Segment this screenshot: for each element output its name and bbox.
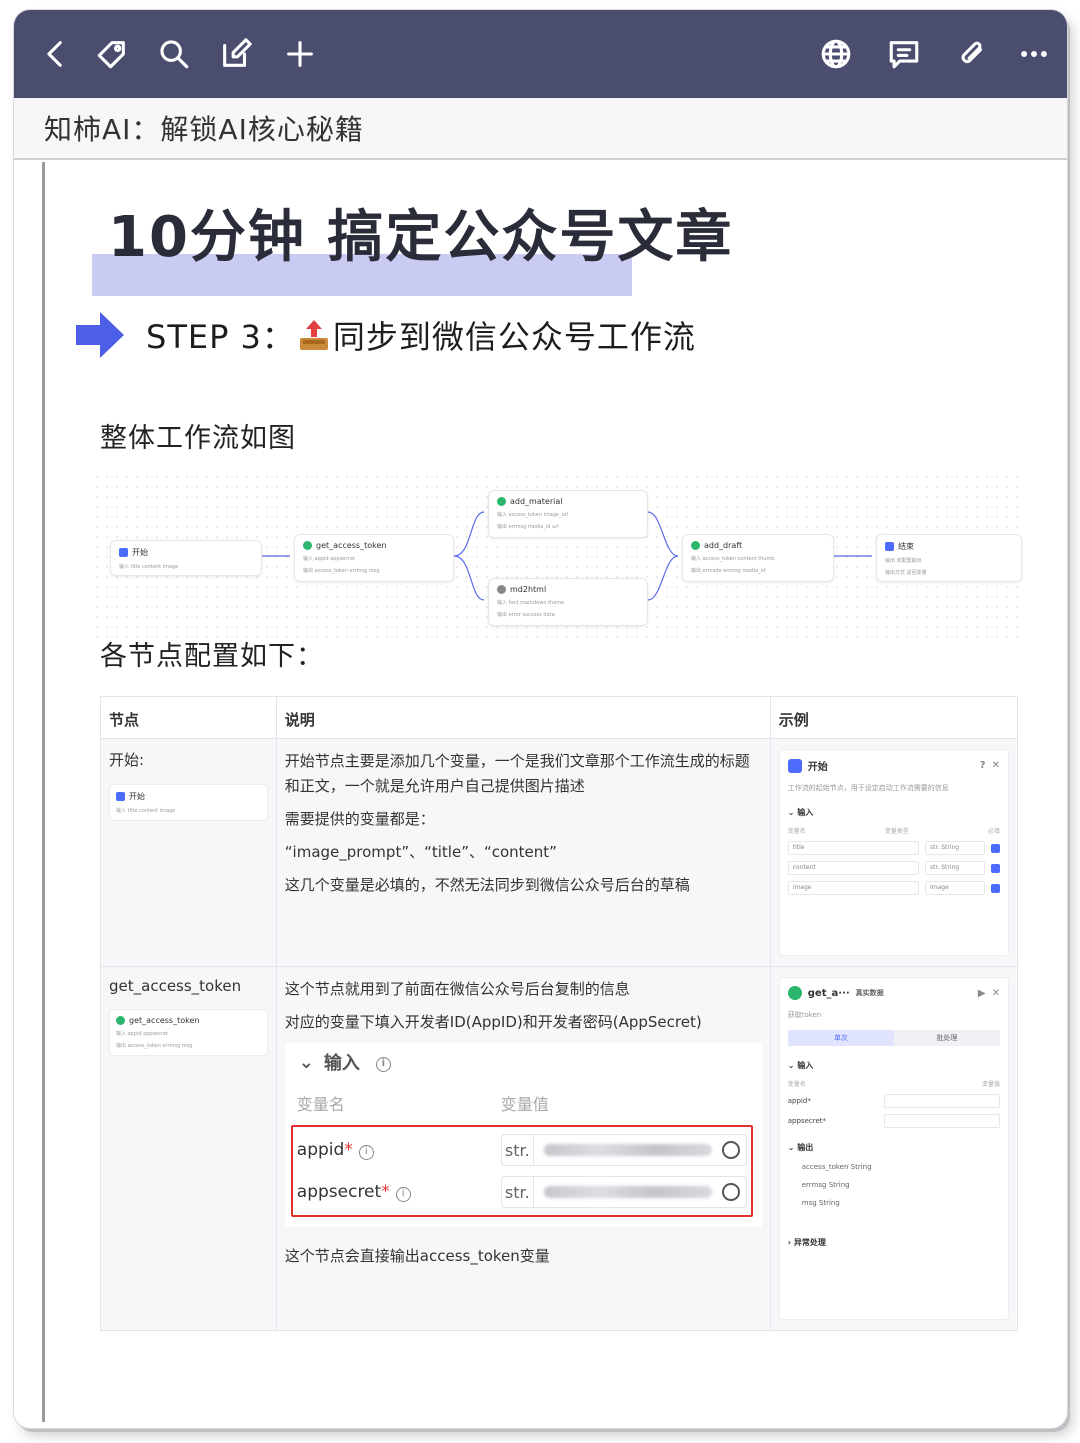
- more-icon[interactable]: [1014, 34, 1054, 74]
- desc-line: 对应的变量下填入开发者ID(AppID)和开发者密码(AppSecret): [284, 1013, 702, 1031]
- step-prefix: STEP 3：: [146, 318, 295, 356]
- desc-line: 需要提供的变量都是：: [284, 810, 435, 828]
- desc-line: 这个节点就用到了前面在微信公众号后台复制的信息: [284, 980, 630, 998]
- desc-line: 开始节点主要是添加几个变量，一个是我们文章那个工作流生成的标题和正文，一个就是允…: [284, 752, 750, 795]
- flow-node-add-draft[interactable]: add_draft 输入 access_token content thumb …: [682, 534, 834, 582]
- back-icon[interactable]: [36, 34, 76, 74]
- variable-picker-icon[interactable]: [721, 1183, 740, 1201]
- note-title: 知柿AI：解锁AI核心秘籍: [44, 113, 364, 146]
- header-example: 示例: [769, 696, 1019, 739]
- flow-node-md2html[interactable]: md2html 输入 font markdown theme 输出 error …: [488, 578, 648, 626]
- step-text: STEP 3： 同步到微信公众号工作流: [146, 312, 696, 358]
- run-icon[interactable]: ▶: [978, 988, 986, 999]
- search-icon[interactable]: [154, 34, 194, 74]
- variable-picker-icon[interactable]: [721, 1141, 740, 1159]
- get-token-node-panel: get_a··· 真实数据 ▶ ✕ 获取token 单次 批处理 ⌄ 输入 变量名 变量值…: [778, 977, 1009, 1320]
- edit-icon[interactable]: [216, 34, 256, 74]
- nodes-heading: 各节点配置如下：: [100, 641, 324, 672]
- globe-icon[interactable]: [816, 34, 856, 74]
- step-heading: STEP 3： 同步到微信公众号工作流: [76, 312, 696, 358]
- appid-field[interactable]: str.: [500, 1134, 747, 1166]
- flow-node-start[interactable]: 开始 输入 title content image: [110, 540, 262, 576]
- doc-title: 10分钟 搞定公众号文章: [108, 205, 734, 270]
- mini-node-get-access-token: get_access_token 输入 appid appsecret 输出 a…: [109, 1009, 268, 1056]
- credentials-highlight-box: appid* i str. appsecret* i str.: [290, 1125, 753, 1217]
- attachment-icon[interactable]: [952, 34, 992, 74]
- node-config-table: 节点 说明 示例 开始: 开始 输入 title content image 开…: [100, 696, 1019, 1331]
- tag-icon[interactable]: [92, 34, 132, 74]
- close-icon[interactable]: ✕: [992, 760, 1000, 771]
- node-name-get-access-token: get_access_token: [109, 977, 242, 995]
- table-row: get_access_token get_access_token 输入 app…: [100, 966, 1019, 1331]
- flow-node-get-access-token[interactable]: get_access_token 输入 appid appsecret 输出 a…: [294, 534, 454, 582]
- flow-node-end[interactable]: 结束 输出 未配置输出 输出方式 返回变量: [876, 534, 1022, 582]
- outbox-icon: [299, 320, 328, 350]
- header-desc: 说明: [275, 696, 771, 739]
- desc-after: 这个节点会直接输出access_token变量: [284, 1247, 550, 1265]
- info-icon: i: [375, 1057, 391, 1072]
- app-window: 知柿AI：解锁AI核心秘籍 10分钟 搞定公众号文章 STEP 3： 同步到微信公…: [14, 10, 1067, 1428]
- chevron-down-icon: ⌄: [298, 1051, 314, 1073]
- info-icon: i: [358, 1145, 374, 1160]
- desc-line: 这几个变量是必填的，不然无法同步到微信公众号后台的草稿: [284, 876, 690, 894]
- workflow-diagram: 开始 输入 title content image get_access_tok…: [92, 472, 1022, 642]
- appsecret-field[interactable]: str.: [500, 1176, 747, 1208]
- help-icon[interactable]: ?: [980, 760, 986, 771]
- desc-line: “image_prompt”、“title”、“content”: [284, 843, 557, 861]
- start-node-panel: 开始? ✕ 工作流的起始节点，用于设定启动工作流需要的信息 ⌄ 输入 变量名 变量类…: [778, 749, 1009, 956]
- info-icon: i: [395, 1187, 411, 1202]
- doc-title-wrap: 10分钟 搞定公众号文章: [92, 192, 734, 296]
- margin-line: [42, 162, 45, 1422]
- flow-node-add-material[interactable]: add_material 输入 access_token image_url 输…: [488, 490, 648, 538]
- top-toolbar: [14, 10, 1067, 98]
- input-zoom-screenshot: ⌄ 输入 i 变量名 变量值 appid* i str. appsecret* i str…: [284, 1043, 762, 1227]
- node-name-start: 开始:: [109, 751, 145, 769]
- tab-single[interactable]: 单次: [787, 1030, 894, 1046]
- plus-icon[interactable]: [280, 34, 320, 74]
- step-title: 同步到微信公众号工作流: [332, 318, 696, 356]
- table-row: 开始: 开始 输入 title content image 开始节点主要是添加几…: [100, 738, 1019, 967]
- tab-batch[interactable]: 批处理: [893, 1030, 1000, 1046]
- flow-heading: 整体工作流如图: [100, 423, 296, 454]
- mini-node-start: 开始 输入 title content image: [109, 784, 268, 821]
- header-node: 节点: [100, 696, 277, 739]
- note-title-bar[interactable]: 知柿AI：解锁AI核心秘籍: [14, 98, 1067, 160]
- close-icon[interactable]: ✕: [992, 988, 1000, 999]
- comment-icon[interactable]: [884, 34, 924, 74]
- right-arrow-icon: [76, 312, 124, 358]
